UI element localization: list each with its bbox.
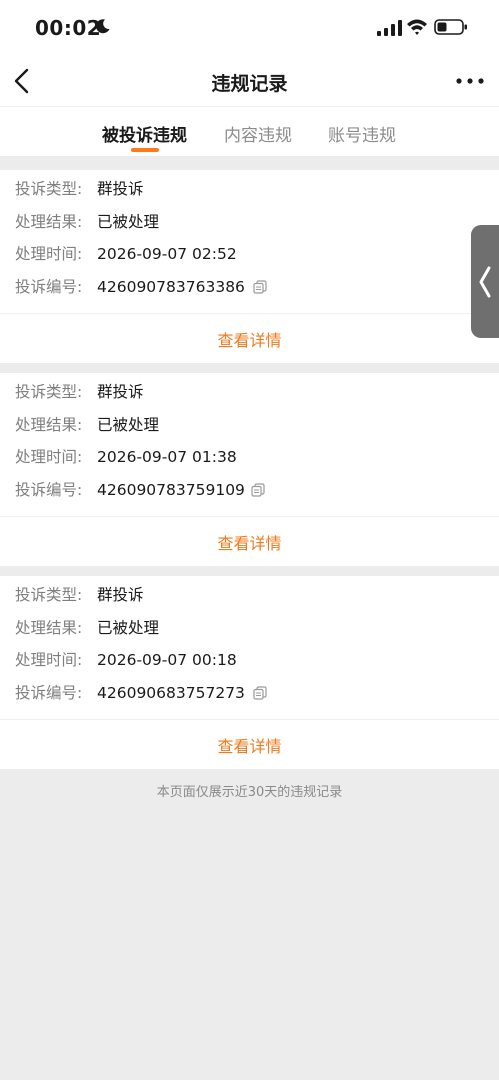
copy-icon[interactable]: [253, 280, 267, 294]
id-value: 426090683757273: [97, 684, 245, 702]
moon-icon: [96, 19, 110, 34]
result-value: 已被处理: [97, 416, 160, 434]
nav-bar: 违规记录: [0, 56, 499, 106]
time-value: 2026-09-07 01:38: [97, 448, 237, 466]
view-details-link[interactable]: 查看详情: [0, 327, 499, 351]
type-value: 群投诉: [97, 383, 144, 401]
status-time: 00:02: [35, 16, 102, 40]
floating-side-handle[interactable]: [471, 225, 499, 338]
card-divider: [0, 313, 499, 314]
card-divider: [0, 719, 499, 720]
time-value: 2026-09-07 00:18: [97, 651, 237, 669]
copy-icon[interactable]: [253, 686, 267, 700]
battery-icon: [434, 19, 467, 35]
record-card: 投诉类型: 群投诉 处理结果: 已被处理 处理时间: 2026-09-07 02…: [0, 170, 499, 363]
chevron-left-icon: [479, 266, 491, 298]
copy-icon[interactable]: [251, 483, 265, 497]
cellular-signal-icon: [377, 20, 402, 36]
type-value: 群投诉: [97, 586, 144, 604]
view-details-link[interactable]: 查看详情: [0, 733, 499, 757]
page-title: 违规记录: [211, 73, 288, 95]
active-tab-indicator: [131, 148, 159, 152]
id-label: 投诉编号:: [15, 278, 83, 296]
id-label: 投诉编号:: [15, 481, 83, 499]
time-label: 处理时间:: [15, 448, 83, 466]
type-value: 群投诉: [97, 180, 144, 198]
time-label: 处理时间:: [15, 245, 83, 263]
time-label: 处理时间:: [15, 651, 83, 669]
result-value: 已被处理: [97, 619, 160, 637]
result-label: 处理结果:: [15, 619, 83, 637]
id-label: 投诉编号:: [15, 684, 83, 702]
footer-note: 本页面仅展示近30天的违规记录: [156, 785, 343, 800]
type-label: 投诉类型:: [15, 180, 83, 198]
result-value: 已被处理: [97, 213, 160, 231]
tab-content-violations[interactable]: 内容违规: [224, 121, 292, 146]
type-label: 投诉类型:: [15, 383, 83, 401]
record-card: 投诉类型: 群投诉 处理结果: 已被处理 处理时间: 2026-09-07 01…: [0, 373, 499, 566]
type-label: 投诉类型:: [15, 586, 83, 604]
more-options-icon[interactable]: [455, 76, 485, 86]
view-details-link[interactable]: 查看详情: [0, 530, 499, 554]
id-value: 426090783759109: [97, 481, 245, 499]
result-label: 处理结果:: [15, 213, 83, 231]
result-label: 处理结果:: [15, 416, 83, 434]
record-card: 投诉类型: 群投诉 处理结果: 已被处理 处理时间: 2026-09-07 00…: [0, 576, 499, 769]
tab-complaint-violations[interactable]: 被投诉违规: [102, 121, 187, 146]
card-divider: [0, 516, 499, 517]
time-value: 2026-09-07 02:52: [97, 245, 237, 263]
id-value: 426090783763386: [97, 278, 245, 296]
wifi-icon: [407, 19, 427, 35]
status-bar: 00:02: [0, 0, 499, 56]
tab-account-violations[interactable]: 账号违规: [328, 121, 396, 146]
tab-bar: 被投诉违规 内容违规 账号违规: [0, 106, 499, 156]
